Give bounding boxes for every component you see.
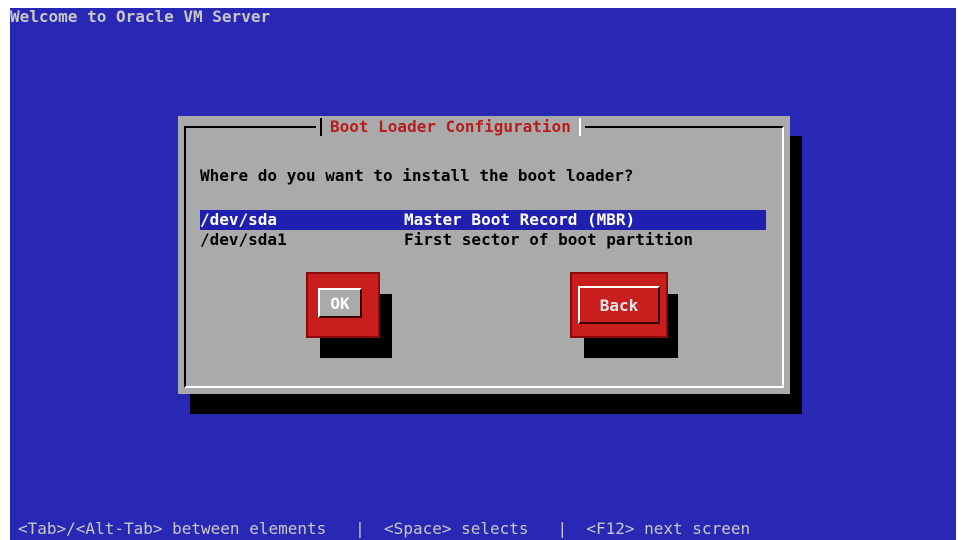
device-name: /dev/sda bbox=[200, 210, 278, 229]
device-name: /dev/sda1 bbox=[200, 230, 287, 249]
boot-loader-dialog: Boot Loader Configuration Where do you w… bbox=[178, 116, 790, 394]
question-text: Where do you want to install the boot lo… bbox=[200, 166, 634, 185]
title-right-bar bbox=[578, 118, 581, 136]
list-item-dev-sda1[interactable]: /dev/sda1 First sector of boot partition bbox=[200, 230, 766, 250]
device-description: First sector of boot partition bbox=[404, 230, 693, 249]
key-help-bar: <Tab>/<Alt-Tab> between elements | <Spac… bbox=[18, 519, 751, 538]
installer-screen: Welcome to Oracle VM Server Boot Loader … bbox=[10, 8, 956, 540]
device-description: Master Boot Record (MBR) bbox=[404, 210, 636, 229]
list-item-dev-sda[interactable]: /dev/sda Master Boot Record (MBR) bbox=[200, 210, 766, 230]
ok-button[interactable]: OK bbox=[306, 272, 380, 338]
dialog-title-bar: Boot Loader Configuration bbox=[316, 116, 585, 138]
ok-button-label: OK bbox=[318, 288, 362, 318]
back-button[interactable]: Back bbox=[570, 272, 668, 338]
dialog-title: Boot Loader Configuration bbox=[330, 117, 571, 136]
screen-title: Welcome to Oracle VM Server bbox=[10, 8, 271, 26]
boot-location-list[interactable]: /dev/sda Master Boot Record (MBR) /dev/s… bbox=[200, 210, 766, 250]
back-button-label: Back bbox=[578, 286, 660, 324]
